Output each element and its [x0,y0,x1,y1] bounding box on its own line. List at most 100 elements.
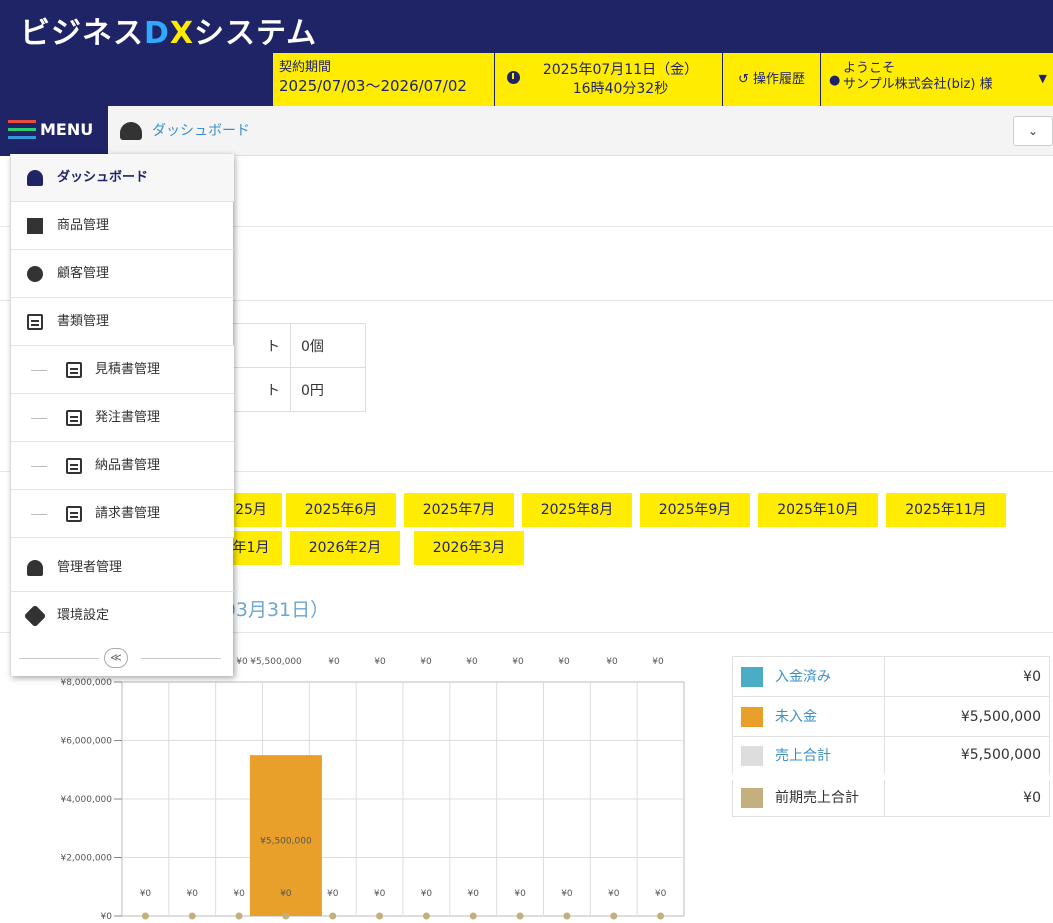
menu-item-documents[interactable]: 書類管理 [11,298,234,346]
page-select[interactable]: ⌄ [1013,116,1053,146]
legend-swatch [741,667,763,687]
month-tab[interactable]: 2025年6月 [286,493,396,527]
top-data-label: ¥0 [512,657,524,667]
data-label: ¥0 [608,889,620,899]
history-icon: ↺ [737,72,749,87]
legend-name: 未入金 [775,709,817,725]
menu-item-products[interactable]: 商品管理 [11,202,234,250]
tree-line [31,370,47,371]
menu-item-delivery-notes[interactable]: 納品書管理 [11,442,234,490]
data-point [188,912,196,920]
data-label: ¥0 [233,889,245,899]
menu-collapse: ≪ [11,642,234,676]
document-icon [66,506,82,522]
month-tab[interactable]: 2026年2月 [290,531,400,565]
contract-period-label: 契約期間 [279,60,332,75]
data-point [282,912,290,920]
menu-item-purchase-orders[interactable]: 発注書管理 [11,394,234,442]
document-icon [27,314,43,330]
legend-name: 前期売上合計 [775,790,859,807]
user-menu[interactable]: ● ようこそ サンプル株式会社(biz) 様 ▼ [820,53,1053,106]
breadcrumb[interactable]: ダッシュボード [120,120,250,140]
legend-row[interactable]: 入金済み ¥0 [732,656,1050,697]
top-data-label: ¥0 [236,657,248,667]
legend-value: ¥0 [884,656,1050,697]
data-label: ¥0 [514,889,526,899]
chart-legend: 入金済み ¥0 未入金 ¥5,500,000 売上合計 ¥5,500,000 前… [732,656,1050,817]
data-label: ¥0 [140,889,152,899]
top-data-label: ¥0 [652,657,664,667]
summary-value: 0円 [290,367,366,412]
menu-label: MENU [40,120,94,139]
legend-row: 前期売上合計 ¥0 [732,773,1050,817]
data-point [516,912,524,920]
legend-swatch [741,745,763,766]
menu-item-invoices[interactable]: 請求書管理 [11,490,234,538]
top-data-label: ¥0 [466,657,478,667]
bar-data-label: ¥5,500,000 [260,837,312,847]
divider [141,658,221,659]
y-tick-label: ¥8,000,000 [60,678,112,688]
month-tab[interactable]: 2025年9月 [640,493,750,527]
data-point [235,912,243,920]
y-tick-label: ¥4,000,000 [60,795,112,805]
menu-item-settings[interactable]: 環境設定 [11,592,234,640]
current-datetime: 2025年07月11日（金） 16時40分32秒 [494,53,722,106]
menu-button[interactable]: MENU [0,106,108,156]
tree-line [31,418,47,419]
hamburger-icon [8,120,36,142]
sales-bar-chart: ¥8,000,000 ¥6,000,000 ¥4,000,000 ¥2,000,000… [60,657,685,922]
menu-item-label: 見積書管理 [95,362,161,377]
data-point [329,912,337,920]
caret-down-icon: ▼ [1038,72,1047,85]
top-data-label: ¥0 [606,657,618,667]
data-label: ¥0 [374,889,386,899]
top-data-label: ¥0 [420,657,432,667]
tree-line [31,466,47,467]
legend-value: ¥0 [884,773,1050,817]
data-point [610,912,618,920]
user-name: サンプル株式会社(biz) 様 [843,77,993,92]
menu-item-label: 顧客管理 [57,266,110,281]
legend-row[interactable]: 売上合計 ¥5,500,000 [732,736,1050,777]
top-data-label: ¥0 [558,657,570,667]
data-point [422,912,430,920]
app-logo[interactable]: ビジネスDXシステム [20,8,317,52]
legend-value: ¥5,500,000 [884,696,1050,737]
top-data-label: ¥0 [328,657,340,667]
menu-item-customers[interactable]: 顧客管理 [11,250,234,298]
clock-icon [507,71,520,84]
legend-row[interactable]: 未入金 ¥5,500,000 [732,696,1050,737]
gear-icon [23,604,47,628]
user-icon: ● [829,73,841,88]
nav-bar: MENU ダッシュボード ⌄ [0,106,1053,156]
menu-item-estimates[interactable]: 見積書管理 [11,346,234,394]
month-tab[interactable]: 2025年8月 [522,493,632,527]
month-tab[interactable]: 2025年7月 [404,493,514,527]
top-data-label: ¥5,500,000 [250,657,302,667]
data-point [657,912,665,920]
data-point [141,912,149,920]
history-button[interactable]: ↺ 操作履歴 [722,53,820,106]
menu-item-dashboard[interactable]: ダッシュボード [11,154,234,202]
legend-value: ¥5,500,000 [884,736,1050,777]
divider [19,658,99,659]
menu-item-admins[interactable]: 管理者管理 [11,544,234,592]
summary-value: 0個 [290,323,366,368]
welcome-text: ようこそ [843,61,896,76]
month-tab[interactable]: 2026年3月 [414,531,524,565]
month-tab[interactable]: 2025年11月 [886,493,1006,527]
dashboard-icon [120,122,142,140]
y-tick-label: ¥2,000,000 [60,854,112,864]
legend-swatch [741,707,763,727]
date-text: 2025年07月11日（金） [542,62,699,78]
menu-item-label: 納品書管理 [95,458,161,473]
breadcrumb-label: ダッシュボード [152,123,250,139]
legend-swatch [741,788,763,809]
collapse-button[interactable]: ≪ [104,648,128,668]
month-tab[interactable]: 2025年10月 [758,493,878,527]
menu-item-label: 書類管理 [57,314,110,329]
app-header: ビジネスDXシステム 契約期間 2025/07/03〜2026/07/02 20… [0,0,1053,106]
menu-item-label: 商品管理 [57,218,110,233]
menu-item-label: 管理者管理 [57,560,123,575]
